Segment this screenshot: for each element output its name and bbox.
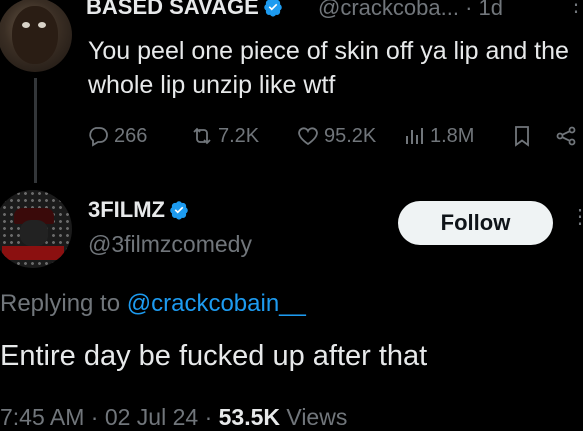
reply-author-name[interactable]: 3FILMZ — [88, 197, 189, 223]
bookmark-icon — [515, 126, 529, 147]
reply-count: 266 — [114, 124, 148, 147]
reply-text: Entire day be fucked up after that — [0, 340, 428, 372]
retweet-button[interactable]: 7.2K — [190, 124, 259, 148]
more-options-icon[interactable]: ⋮ — [566, 0, 583, 17]
share-icon — [556, 126, 576, 146]
replying-prefix: Replying to — [0, 290, 121, 317]
reply-icon — [89, 127, 108, 147]
replying-to-link[interactable]: @crackcobain__ — [127, 290, 306, 317]
avatar-eye — [38, 22, 46, 28]
follow-button[interactable]: Follow — [398, 201, 553, 245]
author-handle[interactable]: @crackcoba... · 1d — [318, 0, 503, 21]
like-button[interactable]: 95.2K — [296, 124, 376, 148]
like-count: 95.2K — [324, 124, 377, 147]
author-name[interactable]: BASED SAVAGE — [86, 0, 283, 20]
verified-badge-icon — [264, 0, 282, 17]
analytics-icon — [406, 128, 423, 144]
tweet-actions: 266 7.2K 95.2K 1.8M — [86, 124, 583, 154]
verified-badge-icon — [170, 201, 188, 220]
views-label: Views — [286, 404, 348, 430]
retweet-count: 7.2K — [218, 124, 260, 147]
author-name-text[interactable]: BASED SAVAGE — [86, 0, 259, 19]
replying-to: Replying to @crackcobain__ — [0, 290, 306, 318]
reply-author-avatar[interactable] — [0, 190, 72, 268]
more-options-icon[interactable]: ⋮ — [570, 204, 583, 229]
reply-author-name-text[interactable]: 3FILMZ — [88, 197, 165, 222]
retweet-icon — [193, 127, 211, 145]
reply-author-handle[interactable]: @3filmzcomedy — [88, 231, 252, 258]
tweet-text: You peel one piece of skin off ya lip an… — [88, 37, 569, 99]
timestamp[interactable]: 7:45 AM · 02 Jul 24 · — [0, 404, 212, 430]
tweet-time[interactable]: · 1d — [465, 0, 503, 20]
share-button[interactable] — [554, 124, 578, 148]
avatar-red-stripe — [2, 246, 64, 260]
thread-line — [34, 78, 37, 183]
avatar-face — [12, 6, 58, 64]
author-avatar[interactable] — [0, 0, 72, 72]
views-count: 53.5K — [218, 404, 280, 430]
bookmark-button[interactable] — [510, 124, 534, 148]
view-count: 1.8M — [430, 124, 475, 147]
avatar-eye — [22, 22, 30, 28]
views-button[interactable]: 1.8M — [402, 124, 474, 148]
tweet-meta: 7:45 AM · 02 Jul 24 · 53.5K Views — [0, 404, 347, 431]
heart-icon — [298, 127, 318, 146]
handle-text[interactable]: @crackcoba... — [318, 0, 459, 20]
avatar-head — [20, 220, 48, 246]
reply-button[interactable]: 266 — [86, 124, 147, 148]
